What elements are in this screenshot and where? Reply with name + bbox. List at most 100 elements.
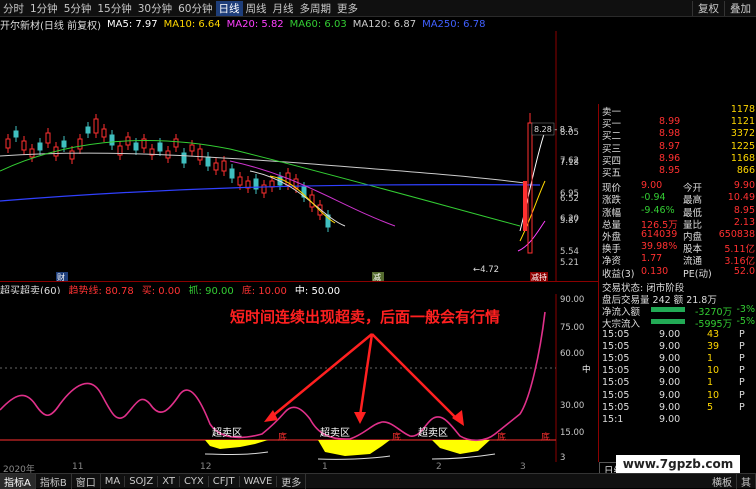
tf-weekly[interactable]: 周线: [243, 1, 270, 16]
tf-monthly[interactable]: 月线: [270, 1, 297, 16]
tab-window[interactable]: 窗口: [72, 473, 101, 489]
candle: [101, 128, 107, 138]
date-11: 11: [72, 462, 84, 472]
stat-row: 现价 9.00 今开 9.90: [602, 180, 755, 195]
tf-5min[interactable]: 5分钟: [61, 1, 95, 16]
tab-wave[interactable]: WAVE: [240, 475, 278, 487]
tick-row: 15:05 9.00 1 P: [602, 377, 745, 389]
price-tick: 5.87: [560, 216, 579, 226]
ma20-label: MA20: 5.82: [226, 18, 284, 30]
date-3: 3: [520, 462, 526, 472]
candle: [181, 152, 187, 164]
adjust-button[interactable]: 复权: [692, 0, 724, 16]
candle: [69, 150, 75, 160]
quote-sidebar: 卖一 1178 买一 8.99 1121 买二 8.98 3372 买三 8.97 1225 买四 8.…: [598, 104, 756, 478]
tf-more[interactable]: 更多: [334, 1, 361, 16]
di-label-2: 底: [392, 431, 401, 443]
tf-1min[interactable]: 1分钟: [27, 1, 61, 16]
tf-15min[interactable]: 15分钟: [94, 1, 134, 16]
candle: [221, 160, 227, 172]
tick-row: 15:05 9.00 1 P: [602, 353, 745, 364]
stock-title: 开尔新材(日线 前复权): [0, 20, 101, 32]
indicator-tick: 60.00: [560, 349, 584, 359]
date-2: 2: [436, 462, 442, 472]
bid-row: 买五 8.95 866: [602, 165, 755, 179]
ma5-label: MA5: 7.97: [106, 18, 158, 30]
trade-status: 交易状态: 闭市阶段: [602, 282, 685, 294]
flow-row: 净流入额 -3270万 -3%: [602, 304, 755, 319]
bid-row: 卖一 1178: [602, 104, 755, 118]
indicator-tabs: 指标A 指标B 窗口 MA SOJZ XT CYX CFJT WAVE 更多 横…: [0, 473, 756, 489]
candle: [157, 142, 163, 152]
candle: [109, 134, 115, 146]
indicator-tick: 中: [582, 364, 591, 375]
svg-text:减持: 减持: [531, 272, 547, 281]
price-tick: 5.54: [560, 247, 579, 257]
candlestick-chart[interactable]: 8.28 - 8.3 ←4.72 财 减 减持 8.057.627.186.95…: [0, 31, 598, 281]
spike-candle-body: [523, 181, 527, 231]
indicator-tick: 3: [560, 453, 565, 462]
price-tick: 6.52: [560, 194, 579, 204]
candle: [213, 162, 219, 171]
tab-more[interactable]: 更多: [277, 473, 307, 489]
bid-row: 买四 8.96 1168: [602, 152, 755, 167]
indicator-tick: 30.00: [560, 401, 584, 411]
low-label: ←4.72: [473, 265, 499, 275]
ma10-label: MA10: 6.64: [163, 18, 221, 30]
di-label-1: 底: [278, 431, 287, 443]
date-axis: 2020年 11 12 1 2 3: [0, 462, 598, 475]
watermark: www.7gpzb.com: [616, 455, 740, 473]
candle: [93, 118, 99, 134]
bid-row: 买三 8.97 1225: [602, 140, 755, 155]
candle: [77, 138, 83, 150]
candle: [205, 156, 211, 167]
candle: [197, 148, 203, 161]
tf-multi[interactable]: 多周期: [297, 1, 335, 16]
tf-intraday[interactable]: 分时: [0, 1, 27, 16]
ma60-label: MA60: 6.03: [289, 18, 347, 30]
date-1: 1: [322, 462, 328, 472]
di-label-4: 底: [541, 431, 550, 443]
candle: [173, 138, 179, 148]
candle: [189, 144, 195, 152]
stat-row: 净资 1.77 流通 3.16亿: [602, 253, 755, 268]
tf-60min[interactable]: 60分钟: [175, 1, 215, 16]
candle: [29, 148, 35, 158]
overlay-button[interactable]: 叠加: [724, 0, 756, 16]
headline-text: 短时间连续出现超卖，后面一般会有行情: [230, 308, 500, 326]
other-button[interactable]: 其: [737, 473, 756, 489]
zone-label-3: 超卖区: [418, 426, 448, 439]
tab-indicator-a[interactable]: 指标A: [0, 473, 36, 489]
indicator-tick: 90.00: [560, 295, 584, 305]
di-label-3: 底: [497, 431, 506, 443]
date-12: 12: [200, 462, 212, 472]
zone-label-1: 超卖区: [212, 426, 242, 439]
ma-legend: 开尔新材(日线 前复权) MA5: 7.97 MA10: 6.64 MA20: …: [0, 17, 491, 32]
candle: [61, 140, 67, 148]
tab-sojz[interactable]: SOJZ: [125, 475, 159, 487]
tab-xt[interactable]: XT: [158, 475, 181, 487]
svg-text:减: 减: [373, 272, 381, 281]
timeframe-toolbar: 分时 1分钟 5分钟 15分钟 30分钟 60分钟 日线 周线 月线 多周期 更…: [0, 0, 756, 17]
stat-row: 涨跌 -0.94 最高 10.49: [602, 192, 755, 207]
tick-row: 15:05 9.00 43 P: [602, 328, 745, 340]
candle: [5, 138, 11, 149]
stat-row: 总量 126.5万 量比 2.13: [602, 216, 755, 231]
tab-ma[interactable]: MA: [101, 475, 126, 487]
tf-30min[interactable]: 30分钟: [135, 1, 175, 16]
oscillator-chart[interactable]: 短时间连续出现超卖，后面一般会有行情 超卖区 超卖区 超卖区 底 底 底 底 9…: [0, 294, 598, 462]
tab-cfjt[interactable]: CFJT: [209, 475, 240, 487]
tab-indicator-b[interactable]: 指标B: [36, 473, 72, 489]
zone-label-2: 超卖区: [320, 426, 350, 439]
stat-row: 涨幅 -9.46% 最低 8.95: [602, 204, 755, 219]
tab-cyx[interactable]: CYX: [180, 475, 209, 487]
tick-row: 15:05 9.00 10 P: [602, 389, 745, 401]
candle: [13, 130, 19, 138]
indicator-tick: 15.00: [560, 428, 584, 438]
horizontal-button[interactable]: 横板: [708, 473, 737, 489]
tf-daily[interactable]: 日线: [215, 0, 243, 16]
indicator-tick: 75.00: [560, 323, 584, 333]
candle: [229, 168, 235, 179]
candle: [37, 142, 43, 151]
after-hours: 盘后交易量 242 额 21.8万: [602, 295, 717, 306]
